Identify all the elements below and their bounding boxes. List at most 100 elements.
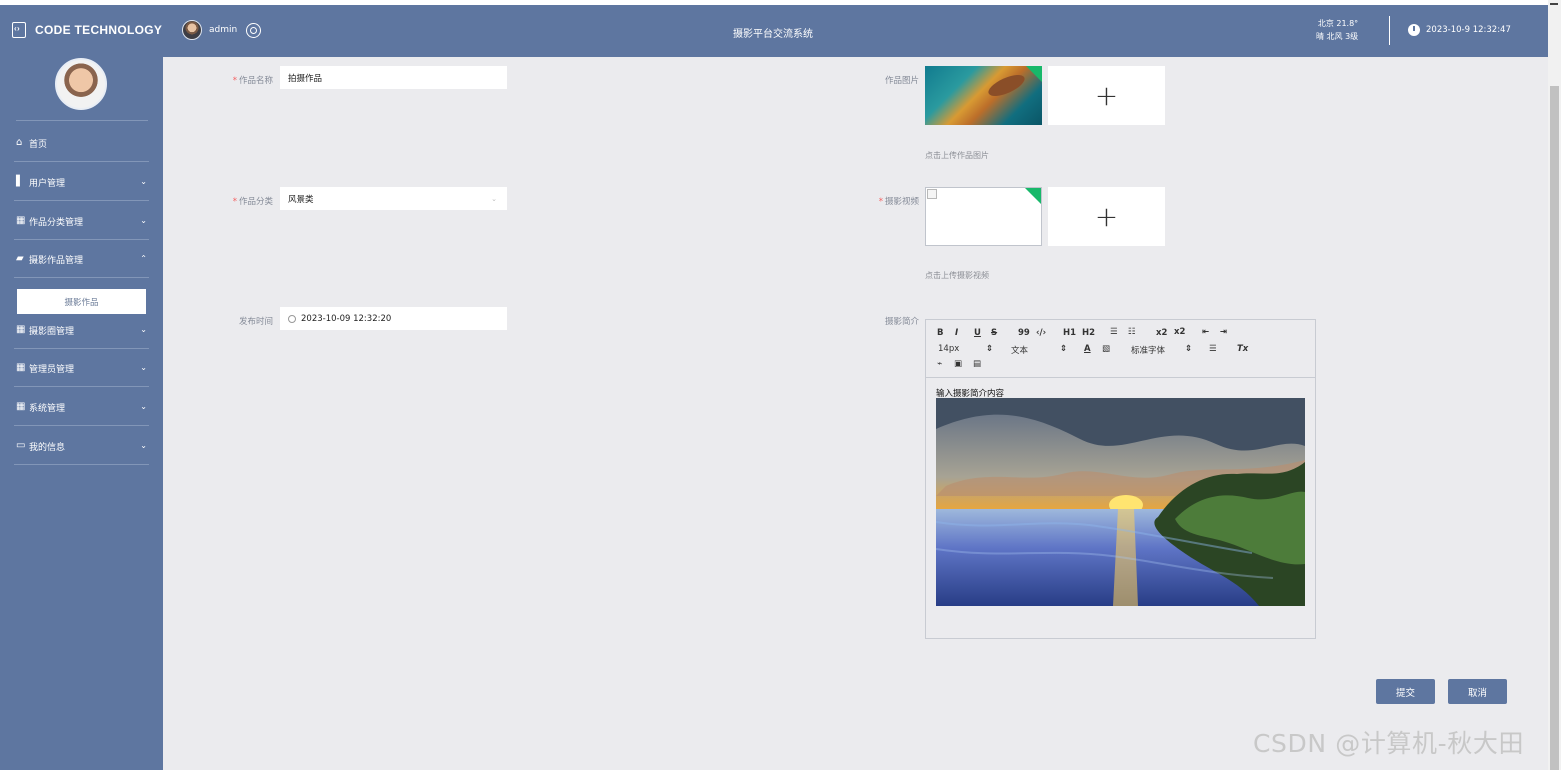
chevron-down-icon: ⌄ xyxy=(140,441,147,450)
font-family-select[interactable]: 标准字体 xyxy=(1131,344,1165,356)
time-icon xyxy=(288,314,296,323)
upload-success-corner xyxy=(1025,188,1041,204)
table-icon: ▦ xyxy=(16,401,26,412)
publish-time-picker[interactable]: 2023-10-09 12:32:20 xyxy=(280,307,507,330)
link-icon[interactable]: ⌁ xyxy=(937,359,942,369)
uploaded-work-image[interactable] xyxy=(925,66,1042,125)
upload-video-button[interactable]: + xyxy=(1048,187,1165,246)
sidebar-item-label: 摄影圈管理 xyxy=(29,326,75,337)
category-label: * 作品分类 xyxy=(232,197,273,207)
grid-icon: ▦ xyxy=(16,324,26,335)
video-icon[interactable]: ▤ xyxy=(973,359,981,369)
heading-1-button[interactable]: H1 xyxy=(1063,328,1076,338)
image-icon[interactable]: ▣ xyxy=(954,359,962,369)
scrollbar-thumb[interactable] xyxy=(1550,86,1559,770)
top-header: CODE TECHNOLOGY admin 摄影平台交流系统 北京 21.8° … xyxy=(0,5,1548,57)
publish-time-value: 2023-10-09 12:32:20 xyxy=(301,313,392,324)
font-family-sort-icon: ⇕ xyxy=(1185,344,1193,354)
font-color-button[interactable]: A xyxy=(1084,344,1091,354)
background-color-icon[interactable]: ▧ xyxy=(1102,344,1110,354)
datetime-widget: 2023-10-9 12:32:47 xyxy=(1408,24,1511,36)
video-label: * 摄影视频 xyxy=(878,197,919,207)
sidebar: ⌂ 首页 ▌ 用户管理 ⌄ ▦ 作品分类管理 ⌄ ▰ 摄影作品管理 ⌃ 摄影作品… xyxy=(0,57,163,770)
sidebar-item-user-management[interactable]: ▌ 用户管理 ⌄ xyxy=(0,163,163,201)
video-hint: 点击上传摄影视频 xyxy=(925,271,989,280)
plus-icon: + xyxy=(1094,200,1119,233)
cancel-button[interactable]: 取消 xyxy=(1448,679,1507,704)
profile-avatar xyxy=(55,58,107,110)
home-icon: ⌂ xyxy=(16,137,23,148)
sunset-photo-illustration xyxy=(936,398,1305,606)
chevron-down-icon: ⌄ xyxy=(491,195,497,203)
sidebar-item-label: 首页 xyxy=(29,139,48,150)
broken-image-icon xyxy=(927,189,937,199)
upload-success-corner xyxy=(1026,66,1042,82)
text-type-select[interactable]: 文本 xyxy=(1011,344,1028,356)
italic-button[interactable]: I xyxy=(955,328,958,338)
work-image-label: 作品图片 xyxy=(884,76,919,86)
sidebar-item-photo-works-management[interactable]: ▰ 摄影作品管理 ⌃ xyxy=(0,240,163,278)
profile-divider xyxy=(16,120,148,121)
brand-title: CODE TECHNOLOGY xyxy=(35,23,163,37)
quote-button[interactable]: 99 xyxy=(1018,328,1030,338)
sidebar-item-home[interactable]: ⌂ 首页 xyxy=(0,124,163,162)
chevron-down-icon: ⌄ xyxy=(140,177,147,186)
align-icon[interactable]: ☰ xyxy=(1209,344,1217,354)
font-size-select[interactable]: 14px xyxy=(938,344,959,354)
rich-text-editor[interactable]: B I U S 99 ‹/› H1 H2 ☰ ☷ x2 x2 ⇤ ⇥ 14px … xyxy=(925,319,1316,639)
profile-card-icon: ▭ xyxy=(16,440,26,451)
category-select[interactable]: 风景类 ⌄ xyxy=(280,187,507,210)
clear-format-button[interactable]: Tx xyxy=(1237,344,1248,354)
scroll-up-arrow-icon[interactable] xyxy=(1550,3,1558,11)
settings-icon[interactable] xyxy=(246,22,262,38)
subscript-button[interactable]: x2 xyxy=(1156,328,1167,338)
sidebar-item-my-info[interactable]: ▭ 我的信息 ⌄ xyxy=(0,427,163,465)
outdent-icon[interactable]: ⇤ xyxy=(1202,327,1209,337)
sidebar-item-label: 管理员管理 xyxy=(29,364,75,375)
heading-2-button[interactable]: H2 xyxy=(1082,328,1095,338)
uploaded-video-preview[interactable] xyxy=(925,187,1042,246)
system-title: 摄影平台交流系统 xyxy=(733,29,813,40)
sidebar-item-label: 我的信息 xyxy=(29,442,66,453)
app-window: CODE TECHNOLOGY admin 摄影平台交流系统 北京 21.8° … xyxy=(0,5,1548,770)
weather-condition: 晴 北风 3级 xyxy=(1316,32,1359,41)
editor-toolbar: B I U S 99 ‹/› H1 H2 ☰ ☷ x2 x2 ⇤ ⇥ 14px … xyxy=(926,320,1315,378)
publish-time-label: 发布时间 xyxy=(238,317,273,327)
plus-icon: + xyxy=(1094,79,1119,112)
sidebar-item-photo-circle-management[interactable]: ▦ 摄影圈管理 ⌄ xyxy=(0,311,163,349)
vertical-scrollbar[interactable] xyxy=(1548,0,1561,770)
user-menu[interactable]: admin xyxy=(182,20,262,40)
code-document-icon xyxy=(12,22,26,38)
upload-work-image-button[interactable]: + xyxy=(1048,66,1165,125)
superscript-button[interactable]: x2 xyxy=(1174,327,1185,337)
sidebar-item-label: 摄影作品管理 xyxy=(29,255,84,266)
work-name-input[interactable]: 拍摄作品 xyxy=(280,66,507,89)
category-selected-value: 风景类 xyxy=(288,194,314,205)
grid-icon: ▦ xyxy=(16,362,26,373)
username: admin xyxy=(209,25,238,35)
indent-icon[interactable]: ⇥ xyxy=(1220,327,1227,337)
sidebar-item-system-management[interactable]: ▦ 系统管理 ⌄ xyxy=(0,388,163,426)
comment-icon: ▰ xyxy=(16,253,24,264)
code-block-button[interactable]: ‹/› xyxy=(1036,328,1046,338)
bold-button[interactable]: B xyxy=(937,328,943,338)
bullet-list-icon[interactable]: ☷ xyxy=(1128,327,1136,337)
current-datetime: 2023-10-9 12:32:47 xyxy=(1426,25,1511,35)
submit-button[interactable]: 提交 xyxy=(1376,679,1435,704)
work-name-label: * 作品名称 xyxy=(232,76,273,86)
underline-button[interactable]: U xyxy=(974,328,981,338)
csdn-watermark: CSDN @计算机-秋大田 xyxy=(1253,729,1525,758)
sidebar-item-admin-management[interactable]: ▦ 管理员管理 ⌄ xyxy=(0,349,163,387)
strike-button[interactable]: S xyxy=(991,328,997,338)
brand[interactable]: CODE TECHNOLOGY xyxy=(12,22,162,38)
sidebar-item-label: 用户管理 xyxy=(29,178,66,189)
sidebar-item-category-management[interactable]: ▦ 作品分类管理 ⌄ xyxy=(0,202,163,240)
sidebar-item-label: 系统管理 xyxy=(29,403,66,414)
clock-icon xyxy=(1408,24,1420,36)
header-divider xyxy=(1389,16,1390,45)
font-size-sort-icon: ⇕ xyxy=(986,344,994,354)
chevron-down-icon: ⌄ xyxy=(140,325,147,334)
work-image-hint: 点击上传作品图片 xyxy=(925,151,989,160)
user-avatar xyxy=(182,20,202,40)
ordered-list-icon[interactable]: ☰ xyxy=(1110,327,1118,337)
